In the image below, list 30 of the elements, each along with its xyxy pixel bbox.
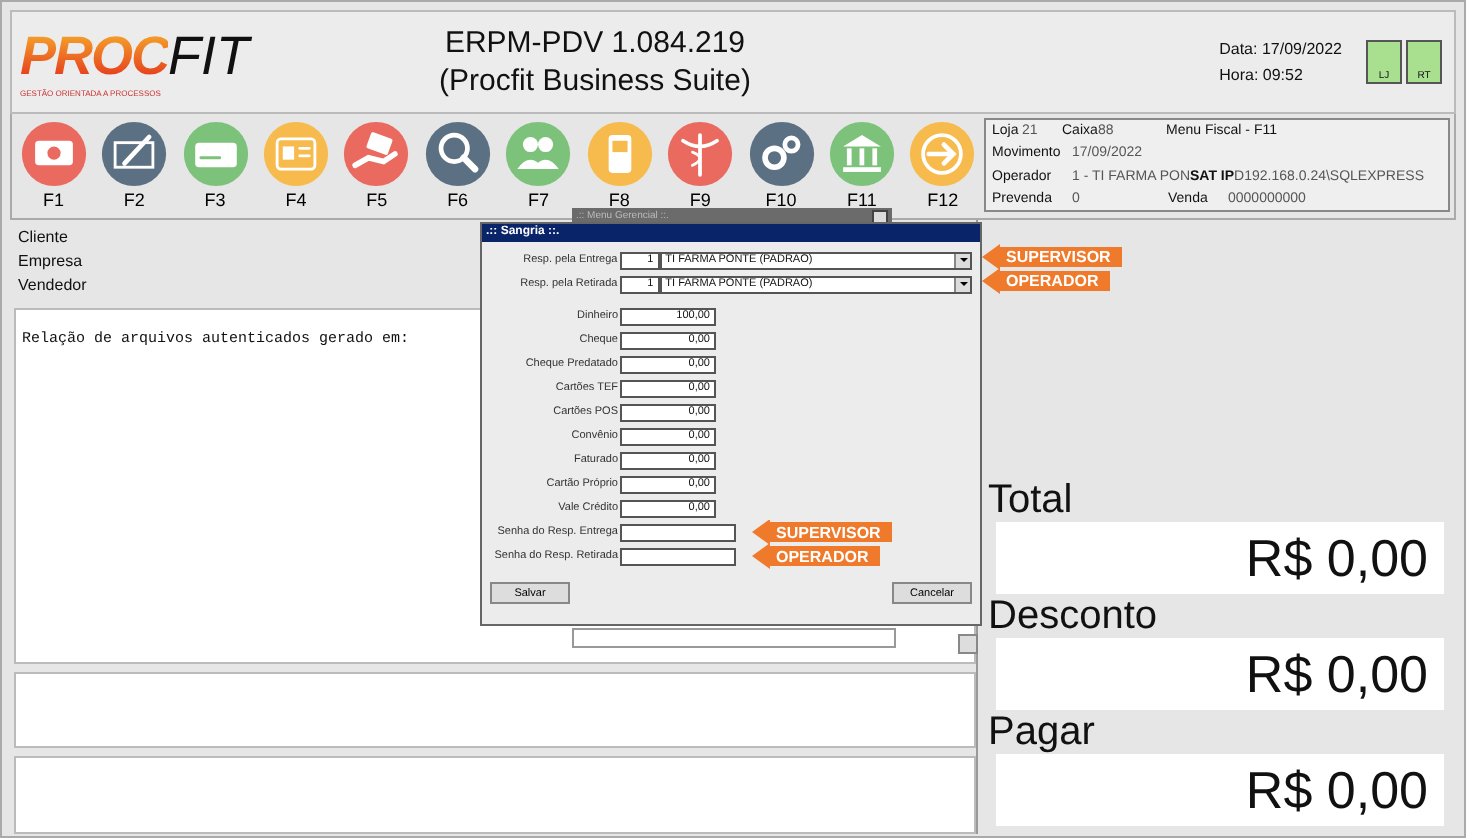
function-key-button[interactable]: F11 bbox=[824, 120, 900, 210]
customer-field-label: Vendedor bbox=[18, 274, 87, 298]
close-icon[interactable] bbox=[872, 209, 888, 223]
amount-display: R$ 0,00 bbox=[996, 638, 1444, 710]
amount-display: R$ 0,00 bbox=[996, 754, 1444, 826]
function-key-button[interactable]: F1 bbox=[16, 120, 91, 210]
total-label: Total bbox=[988, 478, 1075, 522]
total-label: Desconto bbox=[988, 594, 1159, 638]
function-key-button[interactable]: F4 bbox=[258, 120, 334, 210]
date-text: Data: 17/09/2022 bbox=[1219, 38, 1342, 62]
function-key-button[interactable]: F7 bbox=[501, 120, 576, 210]
scroll-button[interactable] bbox=[958, 634, 978, 654]
total-label: Pagar bbox=[988, 710, 1097, 754]
customer-field-label: Empresa bbox=[18, 250, 83, 274]
function-key-button[interactable]: F2 bbox=[96, 120, 172, 210]
amount-display: R$ 0,00 bbox=[996, 522, 1444, 594]
function-key-button[interactable]: F8 bbox=[581, 120, 657, 210]
time-text: Hora: 09:52 bbox=[1219, 64, 1305, 88]
function-key-button[interactable]: F5 bbox=[339, 120, 415, 210]
password-field[interactable] bbox=[620, 547, 736, 565]
function-key-button[interactable]: F9 bbox=[662, 120, 738, 210]
function-key-button[interactable]: F6 bbox=[420, 120, 496, 210]
window-title: ERPM-PDV 1.084.219 bbox=[444, 24, 746, 62]
function-key-button[interactable]: F10 bbox=[743, 120, 819, 210]
customer-field-label: Cliente bbox=[18, 226, 68, 250]
function-key-button[interactable]: F12 bbox=[905, 120, 981, 210]
logo-text: FIT bbox=[168, 26, 250, 88]
window-subtitle: (Procfit Business Suite) bbox=[439, 62, 751, 100]
function-key-button[interactable]: F3 bbox=[177, 120, 253, 210]
password-field[interactable] bbox=[620, 523, 736, 541]
